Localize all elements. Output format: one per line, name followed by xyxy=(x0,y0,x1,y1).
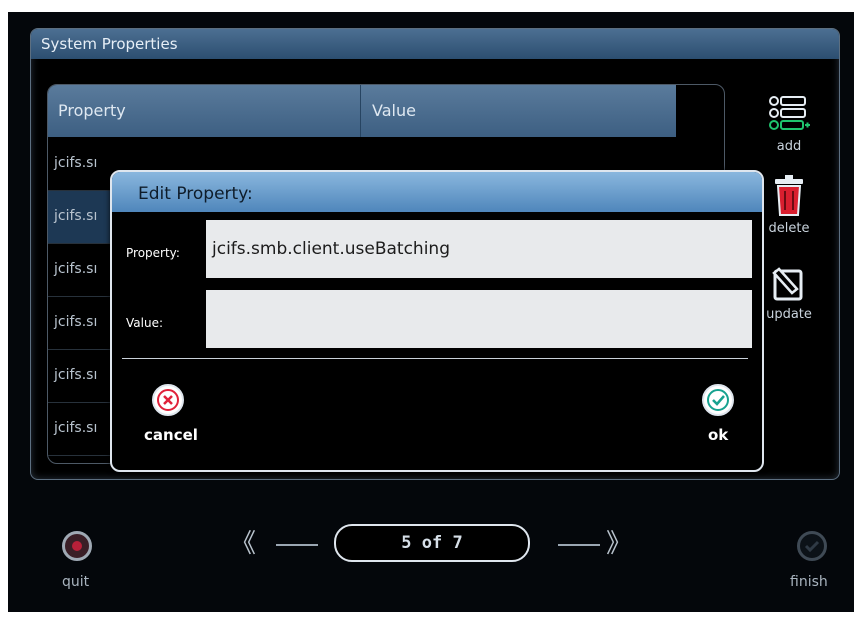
add-button[interactable]: add xyxy=(761,95,817,154)
panel-title: System Properties xyxy=(31,29,839,59)
column-header-property[interactable]: Property xyxy=(58,85,126,137)
ok-label: ok xyxy=(708,426,729,444)
edit-icon xyxy=(772,267,803,301)
cancel-x-icon xyxy=(152,384,184,416)
row-property-cell: jcifs.sı xyxy=(54,208,98,224)
row-property-cell: jcifs.sı xyxy=(54,261,98,277)
value-field-label: Value: xyxy=(126,316,163,330)
nav-line-right xyxy=(558,544,600,546)
add-label: add xyxy=(776,139,802,154)
add-list-icon xyxy=(769,96,810,130)
value-input[interactable] xyxy=(206,290,752,348)
column-header-value[interactable]: Value xyxy=(372,85,416,137)
property-field-label: Property: xyxy=(126,246,180,260)
table-header: Property Value xyxy=(48,85,676,137)
ok-check-icon xyxy=(702,384,734,416)
finish-check-icon xyxy=(797,531,827,561)
property-input[interactable]: jcifs.smb.client.useBatching xyxy=(206,220,752,278)
page-indicator: 5 of 7 xyxy=(334,524,530,562)
row-property-cell: jcifs.sı xyxy=(54,314,98,330)
edit-property-dialog: Edit Property: Property: jcifs.smb.clien… xyxy=(110,170,764,472)
nav-line-left xyxy=(276,544,318,546)
column-separator xyxy=(360,85,361,137)
finish-label: finish xyxy=(790,574,828,590)
trash-icon xyxy=(775,175,803,216)
quit-icon xyxy=(62,531,92,561)
row-property-cell: jcifs.sı xyxy=(54,367,98,383)
quit-label: quit xyxy=(62,574,90,590)
dialog-title: Edit Property: xyxy=(112,172,762,212)
row-property-cell: jcifs.sı xyxy=(54,155,98,171)
dialog-divider xyxy=(122,358,748,359)
previous-page-icon[interactable]: 《 xyxy=(230,523,256,560)
row-property-cell: jcifs.sı xyxy=(54,420,98,436)
next-page-icon[interactable]: 》 xyxy=(606,523,632,560)
cancel-label: cancel xyxy=(144,426,198,444)
